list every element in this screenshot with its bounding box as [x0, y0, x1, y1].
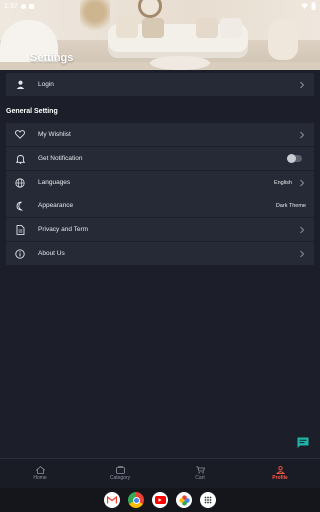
chat-icon — [297, 437, 309, 448]
nav-home[interactable]: Home — [0, 459, 80, 488]
chevron-right-icon — [298, 226, 306, 234]
privacy-label: Privacy and Term — [38, 226, 89, 233]
document-icon — [14, 224, 26, 236]
nav-cart[interactable]: Cart — [160, 459, 240, 488]
notification-toggle[interactable] — [287, 154, 302, 163]
languages-value: English — [273, 179, 292, 186]
gmail-icon[interactable] — [104, 492, 120, 508]
chrome-icon[interactable] — [128, 492, 144, 508]
cart-icon — [195, 466, 205, 474]
privacy-row[interactable]: Privacy and Term — [6, 218, 314, 241]
wifi-icon — [301, 3, 308, 9]
nav-cart-label: Cart — [195, 475, 205, 481]
profile-icon — [275, 466, 285, 474]
wishlist-label: My Wishlist — [38, 131, 71, 138]
bottom-navigation: Home Category Cart Profile — [0, 458, 320, 488]
info-icon — [14, 248, 26, 260]
appearance-value: Dark Theme — [275, 202, 306, 209]
moon-icon — [14, 200, 26, 212]
appearance-label: Appearance — [38, 202, 74, 209]
languages-label: Languages — [38, 179, 71, 186]
nav-category[interactable]: Category — [80, 459, 160, 488]
chevron-right-icon — [298, 81, 306, 89]
about-row[interactable]: About Us — [6, 242, 314, 265]
chevron-right-icon — [298, 131, 306, 139]
status-sim-icon — [28, 3, 34, 9]
notification-row: Get Notification — [6, 147, 314, 170]
section-title-general: General Setting — [6, 108, 58, 115]
bell-icon — [14, 153, 26, 165]
battery-icon — [311, 2, 316, 10]
nav-profile-label: Profile — [272, 475, 288, 481]
chevron-right-icon — [298, 179, 306, 187]
category-icon — [115, 466, 125, 474]
status-notification-icon — [20, 3, 26, 9]
login-row[interactable]: Login — [6, 73, 314, 96]
notification-label: Get Notification — [38, 155, 83, 162]
languages-row[interactable]: Languages English — [6, 171, 314, 194]
nav-profile[interactable]: Profile — [240, 459, 320, 488]
person-icon — [14, 79, 26, 91]
page-title: Settings — [30, 52, 74, 64]
home-icon — [35, 466, 45, 474]
photos-icon[interactable] — [176, 492, 192, 508]
chevron-right-icon — [298, 250, 306, 258]
status-time: 1:37 — [4, 2, 18, 10]
youtube-icon[interactable] — [152, 492, 168, 508]
appearance-row[interactable]: Appearance Dark Theme — [6, 194, 314, 217]
app-dock — [0, 488, 320, 512]
wishlist-row[interactable]: My Wishlist — [6, 123, 314, 146]
heart-icon — [14, 129, 26, 141]
app-drawer-icon[interactable] — [200, 492, 216, 508]
nav-category-label: Category — [109, 475, 131, 481]
chat-button[interactable] — [296, 436, 310, 450]
about-label: About Us — [38, 250, 65, 257]
nav-home-label: Home — [33, 475, 47, 481]
login-label: Login — [38, 81, 54, 88]
status-bar: 1:37 — [0, 0, 320, 12]
globe-icon — [14, 177, 26, 189]
